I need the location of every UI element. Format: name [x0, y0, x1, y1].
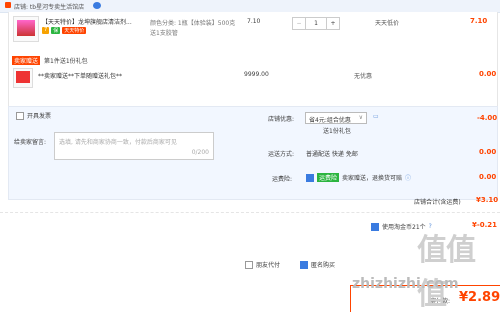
shop-discount-select[interactable]: 省4元:组合优惠 ∨ [305, 112, 367, 124]
badge-guarantee: 保 [51, 27, 61, 34]
gift-discount: 无优惠 [354, 73, 373, 80]
shop-total-value: ¥3.10 [476, 196, 499, 204]
gift-header: 卖家赠送 第1件送1份礼包 [12, 56, 88, 65]
invoice-checkbox[interactable] [16, 111, 24, 120]
quantity-input[interactable]: 1 [306, 18, 326, 29]
insurance-option[interactable]: 运费险 卖家赠送，退换货可赔 ⓘ [306, 173, 411, 182]
quantity-stepper[interactable]: − 1 + [292, 17, 340, 30]
decrement-button[interactable]: − [293, 18, 306, 29]
unit-price: 7.10 [247, 18, 261, 25]
remark-textarea[interactable]: 选填, 请先和商家协商一致，付款后商家可见 0/200 [54, 132, 214, 160]
anonymous-label: 匿名购买 [311, 262, 336, 269]
invoice-label: 开具发票 [27, 113, 52, 120]
insurance-amount: 0.00 [479, 173, 497, 181]
shop-discount-label: 店铺优惠: [268, 116, 295, 123]
shop-discount-note: 送1份礼包 [323, 128, 351, 135]
insurance-label: 运费险: [272, 176, 293, 183]
increment-button[interactable]: + [326, 18, 339, 29]
product-badges: 7 保 天天特价 [42, 27, 87, 34]
variant-line-2: 送1支胶管 [150, 30, 178, 37]
friend-pay-option[interactable]: 朋友代付 [245, 260, 280, 269]
delivery-amount: 0.00 [479, 148, 497, 156]
shop-discount-value: 省4元:组合优惠 [309, 117, 351, 124]
shop-name[interactable]: 店铺: tb星河专卖生活馆店 [14, 2, 84, 11]
gift-header-note: 第1件送1份礼包 [44, 58, 88, 65]
insurance-text: 卖家赠送，退换货可赔 [342, 175, 403, 182]
delivery-value[interactable]: 普通配送 快递 免邮 [306, 149, 358, 158]
friend-pay-checkbox[interactable] [245, 260, 253, 269]
anonymous-checkbox[interactable] [300, 260, 308, 269]
shop-icon [5, 2, 11, 8]
delivery-label: 运送方式: [268, 151, 295, 158]
chevron-down-icon: ∨ [358, 114, 363, 121]
shop-discount-amount: -4.00 [477, 114, 498, 122]
anonymous-option[interactable]: 匿名购买 [300, 260, 335, 269]
badge-7day: 7 [42, 27, 50, 34]
info-icon[interactable]: ⓘ [405, 173, 411, 182]
gift-tag: 卖家赠送 [12, 56, 41, 65]
watermark-url: zhizhizhi.com [352, 276, 459, 292]
gift-subtotal: 0.00 [479, 70, 497, 78]
insurance-badge: 运费险 [317, 173, 340, 182]
item-discount: 天天低价 [375, 20, 400, 27]
chat-icon[interactable]: ▭ [373, 113, 379, 120]
insurance-checkbox[interactable] [306, 173, 314, 182]
item-subtotal: 7.10 [470, 17, 488, 25]
divider [0, 212, 500, 213]
invoice-option[interactable]: 开具发票 [16, 111, 51, 120]
coupon-checkbox[interactable] [371, 222, 379, 231]
gift-price: 9999.00 [244, 71, 269, 78]
remark-label: 给卖家留言: [14, 139, 47, 146]
product-thumbnail[interactable] [13, 16, 39, 42]
remark-counter: 0/200 [191, 149, 209, 156]
product-title[interactable]: 【天天特价】龙坤旗舰店清洁剂... [42, 17, 140, 26]
shop-total-label: 店铺合计(含运费) [414, 199, 461, 206]
badge-daily-deal: 天天特价 [62, 27, 87, 34]
variant-line-1: 颜色分类: 1瓶【体验装】500克 [150, 20, 236, 27]
gift-title[interactable]: **卖家赠送**下单随赠送礼包** [38, 71, 122, 80]
wangwang-icon[interactable] [93, 2, 101, 9]
remark-placeholder: 选填, 请先和商家协商一致，付款后商家可见 [59, 139, 177, 146]
friend-pay-label: 朋友代付 [256, 262, 281, 269]
watermark-logo: 值值值 [417, 233, 476, 312]
gift-thumbnail[interactable] [13, 68, 33, 88]
